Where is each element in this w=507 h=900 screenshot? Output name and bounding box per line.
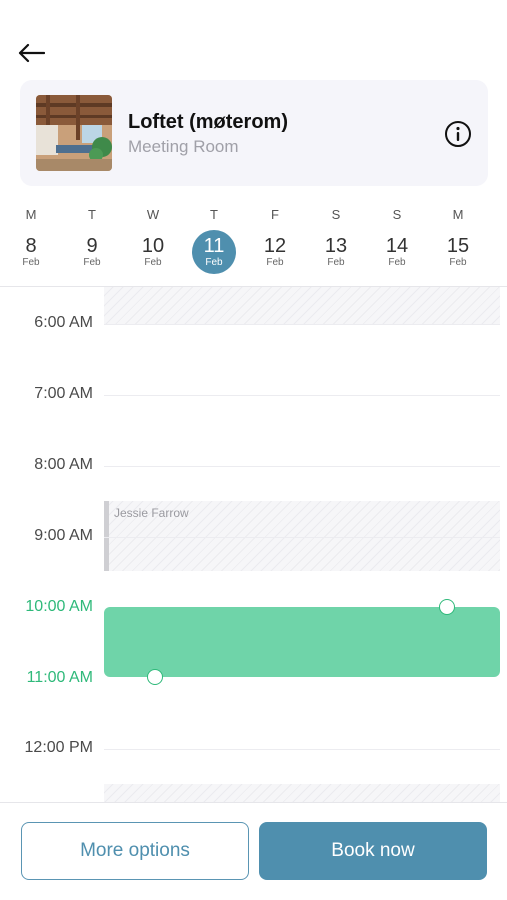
hour-line bbox=[104, 537, 500, 538]
hour-label: 12:00 PM bbox=[24, 739, 93, 756]
info-icon bbox=[445, 121, 471, 147]
day-number: 8 bbox=[25, 235, 37, 257]
more-options-button[interactable]: More options bbox=[21, 822, 249, 880]
day-letter: F bbox=[271, 207, 279, 222]
hour-label-selected-start: 10:00 AM bbox=[25, 598, 93, 615]
unavailable-block bbox=[104, 287, 500, 324]
day-month: Feb bbox=[449, 257, 467, 268]
hour-label-selected-end: 11:00 AM bbox=[26, 669, 93, 686]
day-letter: S bbox=[331, 207, 341, 222]
day-letter: S bbox=[392, 207, 402, 222]
day-number: 14 bbox=[385, 235, 409, 257]
day-item-selected[interactable]: T 11 Feb bbox=[191, 204, 237, 274]
room-type: Meeting Room bbox=[128, 137, 239, 156]
day-number: 15 bbox=[446, 235, 470, 257]
info-button[interactable] bbox=[444, 120, 472, 148]
day-month: Feb bbox=[266, 257, 284, 268]
booking-owner: Jessie Farrow bbox=[114, 506, 189, 520]
selected-time-slot[interactable] bbox=[104, 607, 500, 677]
hour-line bbox=[104, 395, 500, 396]
room-photo bbox=[36, 95, 112, 171]
day-number: 13 bbox=[324, 235, 348, 257]
hour-line bbox=[104, 466, 500, 467]
hour-line bbox=[104, 749, 500, 750]
day-item[interactable]: M 15 Feb bbox=[435, 204, 481, 274]
divider bbox=[0, 802, 507, 803]
day-item[interactable]: F 12 Feb bbox=[252, 204, 298, 274]
day-item[interactable]: S 13 Feb bbox=[313, 204, 359, 274]
resize-handle-start[interactable] bbox=[439, 599, 455, 615]
room-name: Loftet (møterom) bbox=[128, 111, 288, 133]
back-button[interactable] bbox=[14, 36, 48, 70]
day-month: Feb bbox=[144, 257, 162, 268]
day-item[interactable]: S 14 Feb bbox=[374, 204, 420, 274]
day-letter: T bbox=[210, 207, 218, 222]
day-month: Feb bbox=[83, 257, 101, 268]
day-month: Feb bbox=[388, 257, 406, 268]
day-letter: M bbox=[452, 207, 464, 222]
day-number: 12 bbox=[263, 235, 287, 257]
day-letter: M bbox=[25, 207, 37, 222]
day-month: Feb bbox=[327, 257, 345, 268]
resize-handle-end[interactable] bbox=[147, 669, 163, 685]
hour-line bbox=[104, 324, 500, 325]
day-number: 10 bbox=[141, 235, 165, 257]
book-now-button[interactable]: Book now bbox=[259, 822, 487, 880]
day-month: Feb bbox=[205, 257, 223, 268]
arrow-left-icon bbox=[18, 43, 45, 63]
timeline[interactable]: 6:00 AM 7:00 AM 8:00 AM Jessie Farrow 9:… bbox=[0, 287, 507, 802]
hour-label: 6:00 AM bbox=[34, 314, 93, 331]
day-month: Feb bbox=[22, 257, 40, 268]
day-selector: M 8 Feb T 9 Feb W 10 Feb T 11 Feb F 12 Feb S … bbox=[0, 204, 507, 284]
day-item[interactable]: M 8 Feb bbox=[8, 204, 54, 274]
day-number: 11 bbox=[203, 235, 225, 257]
room-card: Loftet (møterom) Meeting Room bbox=[20, 80, 488, 186]
unavailable-block bbox=[104, 784, 500, 802]
hour-label: 7:00 AM bbox=[34, 385, 93, 402]
day-number: 9 bbox=[86, 235, 98, 257]
day-letter: W bbox=[146, 207, 160, 222]
day-item[interactable]: T 9 Feb bbox=[69, 204, 115, 274]
booking-indicator bbox=[104, 501, 109, 571]
day-letter: T bbox=[88, 207, 96, 222]
hour-label: 9:00 AM bbox=[34, 527, 93, 544]
hour-label: 8:00 AM bbox=[34, 456, 93, 473]
day-item[interactable]: W 10 Feb bbox=[130, 204, 176, 274]
